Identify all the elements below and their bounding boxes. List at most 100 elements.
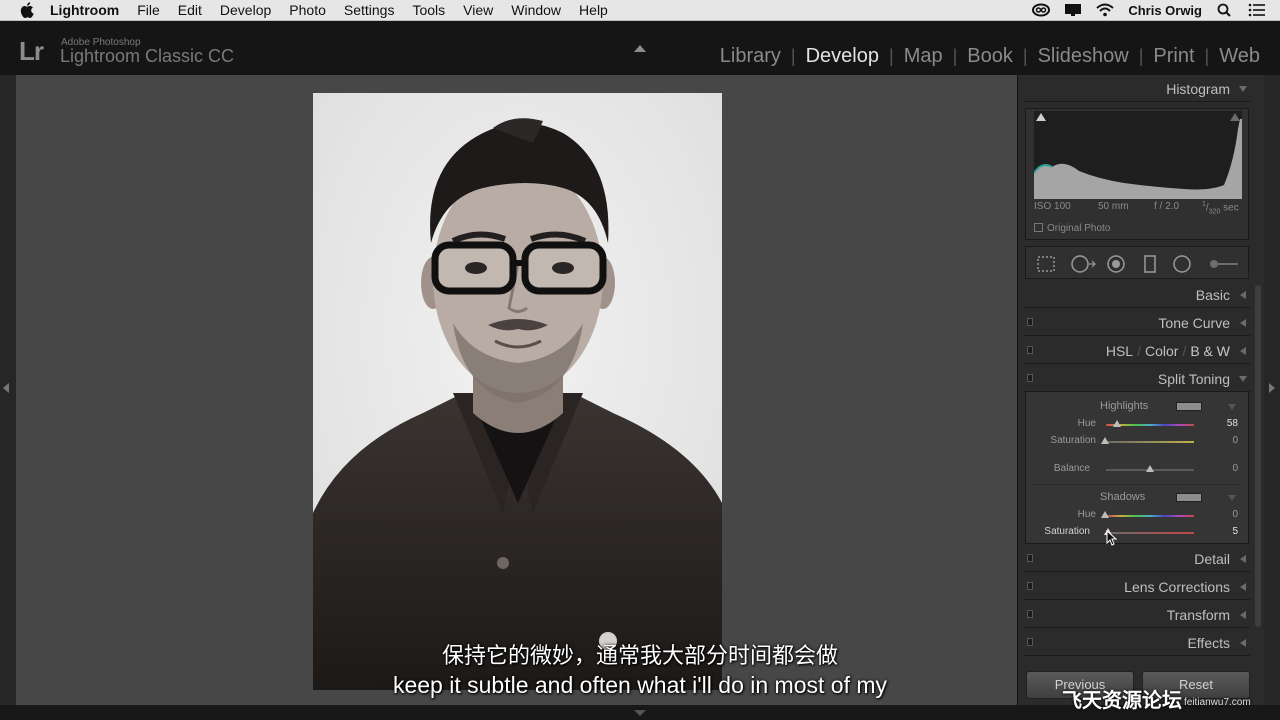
module-develop[interactable]: Develop bbox=[796, 45, 889, 68]
highlights-hue-thumb[interactable] bbox=[1113, 420, 1121, 427]
menu-tools[interactable]: Tools bbox=[403, 2, 454, 18]
expand-arrow-icon[interactable] bbox=[1240, 639, 1246, 647]
expand-arrow-icon[interactable] bbox=[1240, 291, 1246, 299]
expand-arrow-icon[interactable] bbox=[1240, 347, 1246, 355]
left-panel-toggle-icon[interactable] bbox=[3, 383, 9, 393]
balance-value[interactable]: 0 bbox=[1208, 463, 1238, 474]
menubar-user-name[interactable]: Chris Orwig bbox=[1128, 3, 1202, 18]
histogram-panel: ISO 100 50 mm f / 2.0 1/320 sec Original… bbox=[1025, 108, 1249, 240]
checkbox-icon[interactable] bbox=[1034, 223, 1043, 232]
shadows-saturation-value[interactable]: 5 bbox=[1208, 526, 1238, 537]
module-library[interactable]: Library bbox=[710, 45, 791, 68]
tab-hsl[interactable]: HSL bbox=[1106, 343, 1133, 359]
tab-color[interactable]: Color bbox=[1145, 343, 1178, 359]
top-panel-toggle-icon[interactable] bbox=[634, 45, 646, 52]
bottom-panel-toggle-icon[interactable] bbox=[634, 710, 646, 716]
shutter-denominator: 320 bbox=[1208, 208, 1221, 216]
shadows-picker-icon[interactable] bbox=[1228, 495, 1236, 501]
expand-arrow-icon[interactable] bbox=[1240, 583, 1246, 591]
shutter-numerator: 1 bbox=[1202, 201, 1206, 208]
highlights-saturation-thumb[interactable] bbox=[1101, 437, 1109, 444]
highlights-color-swatch[interactable] bbox=[1176, 402, 1202, 411]
highlights-picker-icon[interactable] bbox=[1228, 404, 1236, 410]
detail-title: Detail bbox=[1194, 551, 1230, 567]
lightroom-logo: Lr bbox=[19, 36, 44, 66]
display-icon[interactable] bbox=[1064, 3, 1082, 17]
menu-window[interactable]: Window bbox=[502, 2, 570, 18]
shadows-hue-slider[interactable] bbox=[1106, 515, 1194, 517]
collapse-arrow-icon[interactable] bbox=[1239, 376, 1247, 382]
panel-toggle-switch[interactable] bbox=[1027, 374, 1033, 382]
shadows-color-swatch[interactable] bbox=[1176, 493, 1202, 502]
split-toning-panel: Highlights Hue 58 Saturation 0 Balance 0… bbox=[1025, 391, 1249, 546]
original-photo-checkbox[interactable]: Original Photo bbox=[1034, 223, 1110, 234]
module-print[interactable]: Print bbox=[1143, 45, 1204, 68]
menu-settings[interactable]: Settings bbox=[335, 2, 404, 18]
panel-toggle-switch[interactable] bbox=[1027, 582, 1033, 590]
crop-overlay-icon[interactable] bbox=[1036, 255, 1056, 273]
wifi-icon[interactable] bbox=[1096, 3, 1114, 17]
tab-bw[interactable]: B & W bbox=[1190, 343, 1230, 359]
panel-toggle-switch[interactable] bbox=[1027, 610, 1033, 618]
image-canvas[interactable] bbox=[16, 75, 1017, 705]
expand-arrow-icon[interactable] bbox=[1240, 611, 1246, 619]
module-slideshow[interactable]: Slideshow bbox=[1028, 45, 1139, 68]
tone-curve-panel-header[interactable]: Tone Curve bbox=[1024, 309, 1250, 336]
menu-view[interactable]: View bbox=[454, 2, 502, 18]
shadows-saturation-slider[interactable] bbox=[1106, 532, 1194, 534]
portrait-illustration bbox=[313, 93, 722, 690]
balance-thumb[interactable] bbox=[1146, 465, 1154, 472]
highlight-clipping-icon[interactable] bbox=[1230, 113, 1240, 121]
split-toning-panel-header[interactable]: Split Toning bbox=[1024, 365, 1250, 392]
red-eye-icon[interactable] bbox=[1106, 255, 1126, 273]
histogram-panel-header[interactable]: Histogram bbox=[1024, 75, 1250, 102]
apple-icon[interactable] bbox=[20, 2, 34, 18]
focal-length-readout: 50 mm bbox=[1098, 201, 1129, 212]
spot-removal-icon[interactable] bbox=[1070, 255, 1096, 273]
right-panel-toggle-icon[interactable] bbox=[1269, 383, 1275, 393]
menu-help[interactable]: Help bbox=[570, 2, 617, 18]
basic-panel-header[interactable]: Basic bbox=[1024, 281, 1250, 308]
histogram-graph[interactable] bbox=[1033, 111, 1242, 199]
module-web[interactable]: Web bbox=[1209, 45, 1270, 68]
highlights-saturation-value[interactable]: 0 bbox=[1208, 435, 1238, 446]
menu-edit[interactable]: Edit bbox=[169, 2, 211, 18]
radial-filter-icon[interactable] bbox=[1172, 255, 1192, 273]
highlights-hue-value[interactable]: 58 bbox=[1208, 418, 1238, 429]
search-icon[interactable] bbox=[1216, 3, 1234, 17]
menu-develop[interactable]: Develop bbox=[211, 2, 280, 18]
menu-app-lightroom[interactable]: Lightroom bbox=[46, 2, 128, 18]
panel-toggle-switch[interactable] bbox=[1027, 554, 1033, 562]
collapse-arrow-icon[interactable] bbox=[1239, 86, 1247, 92]
module-book[interactable]: Book bbox=[957, 45, 1023, 68]
portrait-photo[interactable] bbox=[313, 93, 722, 690]
shadows-hue-thumb[interactable] bbox=[1101, 511, 1109, 518]
highlights-hue-label: Hue bbox=[1077, 418, 1096, 429]
panel-toggle-switch[interactable] bbox=[1027, 346, 1033, 354]
transform-panel-header[interactable]: Transform bbox=[1024, 601, 1250, 628]
creative-cloud-icon[interactable] bbox=[1032, 3, 1051, 17]
detail-panel-header[interactable]: Detail bbox=[1024, 545, 1250, 572]
develop-right-panel: Histogram ISO 100 50 mm f / 2.0 1/320 se… bbox=[1017, 75, 1264, 705]
shadows-hue-value[interactable]: 0 bbox=[1208, 509, 1238, 520]
menu-photo[interactable]: Photo bbox=[280, 2, 335, 18]
notification-list-icon[interactable] bbox=[1248, 3, 1266, 17]
adjustment-brush-icon[interactable] bbox=[1208, 255, 1240, 273]
shutter-readout: 1/320 sec bbox=[1202, 201, 1239, 216]
panel-toggle-switch[interactable] bbox=[1027, 318, 1033, 326]
graduated-filter-icon[interactable] bbox=[1140, 255, 1160, 273]
expand-arrow-icon[interactable] bbox=[1240, 555, 1246, 563]
section-divider bbox=[1034, 484, 1242, 485]
panel-toggle-switch[interactable] bbox=[1027, 638, 1033, 646]
video-subtitles: 保持它的微妙，通常我大部分时间都会做 keep it subtle and of… bbox=[300, 642, 980, 700]
menu-file[interactable]: File bbox=[128, 2, 169, 18]
panel-scrollbar[interactable] bbox=[1255, 285, 1261, 627]
lens-corrections-panel-header[interactable]: Lens Corrections bbox=[1024, 573, 1250, 600]
expand-arrow-icon[interactable] bbox=[1240, 319, 1246, 327]
highlights-saturation-slider[interactable] bbox=[1106, 441, 1194, 443]
module-map[interactable]: Map bbox=[894, 45, 953, 68]
shadow-clipping-icon[interactable] bbox=[1036, 113, 1046, 121]
effects-title: Effects bbox=[1187, 635, 1230, 651]
effects-panel-header[interactable]: Effects bbox=[1024, 629, 1250, 656]
hsl-panel-header[interactable]: HSL / Color / B & W bbox=[1024, 337, 1250, 364]
